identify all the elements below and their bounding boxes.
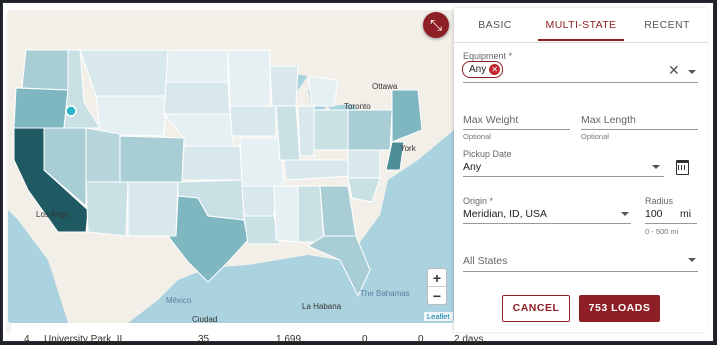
equipment-dropdown-icon[interactable]: [688, 70, 696, 74]
zoom-control: + −: [427, 268, 447, 305]
city-label-toronto: Toronto: [344, 102, 371, 111]
origin-underline: [463, 223, 631, 224]
row-deadhead: 35: [198, 334, 210, 345]
row-city: University Park, IL: [44, 334, 126, 345]
country-label-mexico: México: [166, 296, 192, 305]
radius-unit: mi: [680, 208, 692, 220]
calendar-icon[interactable]: [676, 160, 689, 175]
equipment-underline: [463, 82, 698, 83]
max-length-underline: [581, 129, 698, 130]
clear-equipment-icon[interactable]: ✕: [668, 62, 680, 79]
states-field[interactable]: All States: [463, 255, 507, 267]
equipment-label: Equipment *: [463, 51, 513, 61]
states-underline: [463, 271, 698, 272]
pickup-date-label: Pickup Date: [463, 149, 512, 159]
row-miles: 1,699: [276, 334, 302, 345]
show-loads-button[interactable]: 753 LOADS: [579, 295, 660, 322]
radius-field[interactable]: 100: [645, 208, 663, 220]
row-col5: 0: [362, 334, 368, 345]
cancel-button[interactable]: CANCEL: [502, 295, 570, 322]
pickup-date-dropdown-icon[interactable]: [652, 165, 660, 169]
city-label-new-york: York: [400, 144, 416, 153]
tab-multi-state[interactable]: MULTI-STATE: [538, 8, 624, 41]
collapse-map-button[interactable]: ⤡: [423, 12, 449, 38]
max-length-field[interactable]: Max Length: [581, 114, 636, 126]
city-label-los-angeles: Los Ange: [36, 210, 70, 219]
remove-chip-icon[interactable]: ✕: [489, 64, 501, 75]
max-weight-help: Optional: [463, 132, 491, 141]
states-map[interactable]: Ottawa Toronto York Los Ange México La H…: [8, 10, 454, 323]
origin-field[interactable]: Meridian, ID, USA: [463, 208, 547, 220]
max-weight-underline: [463, 129, 570, 130]
radius-label: Radius: [645, 196, 674, 206]
filter-tabs: BASIC MULTI-STATE RECENT: [454, 8, 708, 43]
pickup-date-underline: [463, 176, 664, 177]
row-col6: 0: [418, 334, 424, 345]
pickup-date-field[interactable]: Any: [463, 161, 481, 173]
map-canvas: [8, 10, 454, 323]
equipment-chip: Any ✕: [462, 61, 504, 78]
radius-underline: [645, 223, 697, 224]
background-table-row: 4 University Park, IL 35 1,699 0 0 2 day…: [6, 334, 714, 345]
states-dropdown-icon[interactable]: [688, 258, 696, 262]
equipment-chip-label: Any: [469, 64, 487, 75]
tab-basic[interactable]: BASIC: [462, 8, 528, 41]
zoom-out-button[interactable]: −: [428, 286, 446, 304]
row-age: 2 days: [454, 334, 484, 345]
city-label-la-habana: La Habana: [302, 302, 342, 311]
tab-recent[interactable]: RECENT: [634, 8, 700, 41]
max-weight-field[interactable]: Max Weight: [463, 114, 518, 126]
max-length-help: Optional: [581, 132, 609, 141]
city-label-ciudad: Ciudad: [192, 315, 218, 323]
origin-label: Origin *: [463, 196, 494, 206]
origin-marker: [65, 105, 77, 117]
origin-dropdown-icon[interactable]: [621, 212, 629, 216]
collapse-arrows-icon: ⤡: [429, 16, 442, 34]
map-attribution-link[interactable]: Leaflet: [424, 312, 453, 321]
zoom-in-button[interactable]: +: [428, 269, 446, 286]
city-label-ottawa: Ottawa: [372, 82, 398, 91]
row-index: 4: [24, 334, 30, 345]
radius-help: 0 - 500 mi: [645, 227, 679, 236]
country-label-bahamas: The Bahamas: [360, 289, 410, 298]
